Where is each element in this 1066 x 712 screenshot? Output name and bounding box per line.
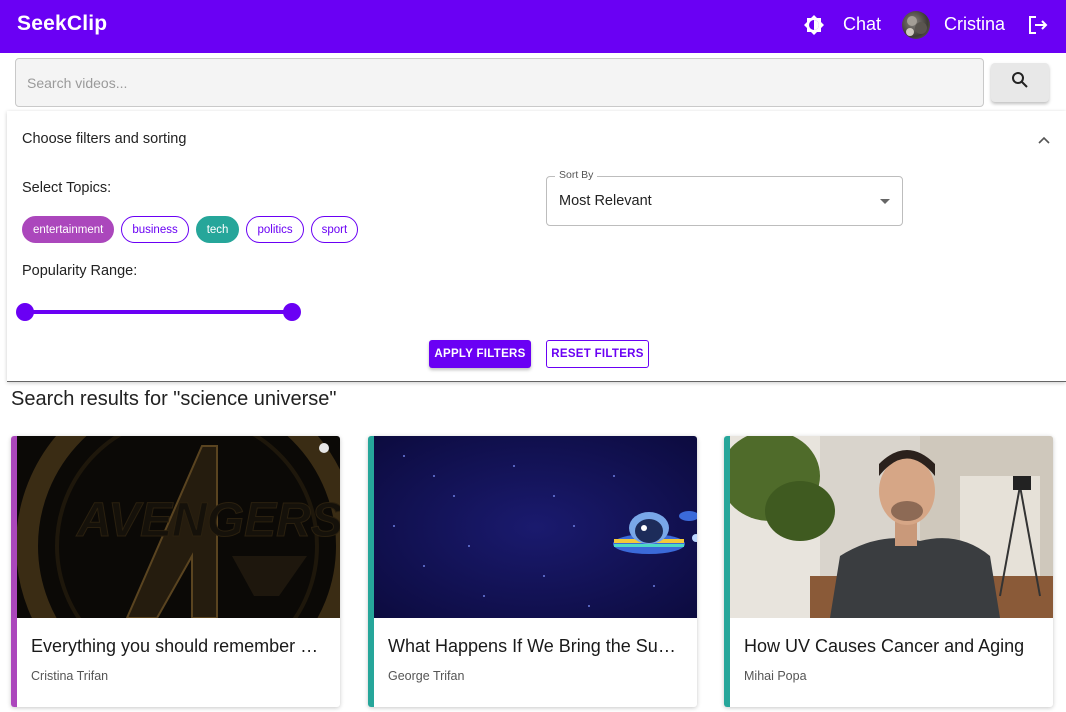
topics-label: Select Topics: xyxy=(22,180,112,196)
topic-chip-tech[interactable]: tech xyxy=(195,216,240,243)
video-card[interactable]: How UV Causes Cancer and Aging Mihai Pop… xyxy=(724,436,1053,707)
search-button[interactable] xyxy=(991,63,1049,102)
search-field[interactable] xyxy=(15,58,984,107)
topic-chip-entertainment[interactable]: entertainment xyxy=(22,216,115,243)
logout-icon[interactable] xyxy=(1027,14,1049,36)
app-bar: SeekClip Chat Cristina xyxy=(0,0,1066,53)
sort-by-value: Most Relevant xyxy=(559,193,652,209)
video-author: George Trifan xyxy=(388,669,465,683)
avatar[interactable] xyxy=(902,11,930,39)
chat-link[interactable]: Chat xyxy=(843,14,881,35)
video-author: Mihai Popa xyxy=(744,669,807,683)
topic-chip-sport[interactable]: sport xyxy=(310,216,359,243)
video-title[interactable]: Everything you should remember before wa… xyxy=(31,636,321,657)
popularity-slider-min-thumb[interactable] xyxy=(16,303,34,321)
video-card[interactable]: AVENGERS Everything you should remember … xyxy=(11,436,340,707)
search-input[interactable] xyxy=(16,59,983,106)
video-thumbnail[interactable] xyxy=(374,436,697,618)
popularity-slider-track[interactable] xyxy=(25,310,292,314)
sort-by-label: Sort By xyxy=(555,169,598,181)
popularity-label: Popularity Range: xyxy=(22,263,138,279)
username[interactable]: Cristina xyxy=(944,14,1005,35)
video-title[interactable]: What Happens If We Bring the Sun to Eart… xyxy=(388,636,678,657)
sort-by-select[interactable]: Sort By Most Relevant xyxy=(546,169,903,226)
video-title[interactable]: How UV Causes Cancer and Aging xyxy=(744,636,1034,657)
apply-filters-button[interactable]: APPLY FILTERS xyxy=(429,340,531,368)
filters-panel: Choose filters and sorting Select Topics… xyxy=(7,111,1066,382)
reset-filters-button[interactable]: RESET FILTERS xyxy=(546,340,649,368)
filters-title[interactable]: Choose filters and sorting xyxy=(22,131,186,147)
topic-chip-business[interactable]: business xyxy=(121,216,189,243)
popularity-slider-max-thumb[interactable] xyxy=(283,303,301,321)
svg-text:AVENGERS: AVENGERS xyxy=(76,494,340,547)
video-author: Cristina Trifan xyxy=(31,669,109,683)
topic-chips: entertainment business tech politics spo… xyxy=(22,216,359,243)
video-card[interactable]: What Happens If We Bring the Sun to Eart… xyxy=(368,436,697,707)
dropdown-arrow-icon xyxy=(880,199,890,204)
topic-chip-politics[interactable]: politics xyxy=(246,216,304,243)
search-icon xyxy=(1011,71,1029,94)
theme-toggle-icon[interactable] xyxy=(803,14,825,36)
video-thumbnail[interactable]: AVENGERS xyxy=(17,436,340,618)
results-heading: Search results for "science universe" xyxy=(11,388,337,410)
brand-logo[interactable]: SeekClip xyxy=(17,12,107,36)
chevron-up-icon[interactable] xyxy=(1037,133,1051,147)
video-thumbnail[interactable] xyxy=(730,436,1053,618)
